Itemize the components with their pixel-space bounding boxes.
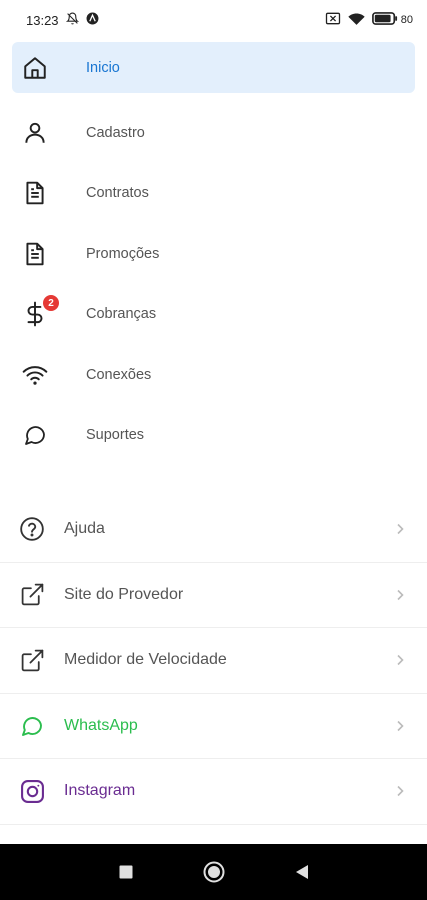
chevron-right-icon <box>395 653 405 667</box>
menu-item-label: Conexões <box>86 366 152 383</box>
menu-item-label: Promoções <box>86 245 160 262</box>
menu-item-label: Ajuda <box>64 520 105 538</box>
menu-item-label: Cadastro <box>86 124 145 141</box>
menu-item-inicio[interactable]: Inicio <box>12 42 415 93</box>
wifi-status-icon <box>348 12 365 28</box>
menu-item-cadastro[interactable]: Cadastro <box>12 103 415 164</box>
menu-item-label: Suportes <box>86 427 145 444</box>
battery-icon <box>371 12 398 28</box>
chevron-right-icon <box>395 588 405 602</box>
menu-item-ajuda[interactable]: Ajuda <box>0 497 427 563</box>
status-right: 80 <box>325 12 413 28</box>
whatsapp-icon <box>19 713 45 739</box>
menu-item-promocoes[interactable]: Promoções <box>12 224 415 285</box>
chevron-right-icon <box>395 784 405 798</box>
status-left: 13:23 <box>26 12 99 28</box>
person-icon <box>22 120 48 146</box>
menu-item-label: Contratos <box>86 185 149 202</box>
menu-item-label: Site do Provedor <box>64 585 184 603</box>
home-icon <box>22 55 48 81</box>
external-link-icon <box>19 582 45 608</box>
primary-menu: Inicio Cadastro Contratos Promoções 2 Co… <box>12 42 415 466</box>
chevron-right-icon <box>395 522 405 536</box>
menu-item-label: WhatsApp <box>64 716 138 734</box>
home-button[interactable] <box>202 860 226 884</box>
chat-bubble-icon <box>22 422 48 448</box>
menu-item-cobrancas[interactable]: 2 Cobranças <box>12 284 415 345</box>
menu-item-suportes[interactable]: Suportes <box>12 405 415 466</box>
menu-item-medidor-de-velocidade[interactable]: Medidor de Velocidade <box>0 628 427 694</box>
system-navigation-bar <box>0 844 427 900</box>
cobrancas-badge: 2 <box>43 295 59 311</box>
menu-item-conexoes[interactable]: Conexões <box>12 345 415 406</box>
chevron-right-icon <box>395 719 405 733</box>
menu-item-site-do-provedor[interactable]: Site do Provedor <box>0 563 427 628</box>
menu-item-whatsapp[interactable]: WhatsApp <box>0 694 427 759</box>
wifi-icon <box>22 362 48 388</box>
help-circle-icon <box>19 516 45 542</box>
document-icon <box>22 180 48 206</box>
clock: 13:23 <box>26 12 59 28</box>
external-link-icon <box>19 647 45 673</box>
instagram-icon <box>19 778 45 804</box>
notifications-off-icon <box>65 12 79 28</box>
app-notification-icon <box>86 12 99 28</box>
battery: 80 <box>371 12 413 28</box>
back-button[interactable] <box>290 860 314 884</box>
no-sim-icon <box>325 12 341 28</box>
status-bar: 13:23 80 <box>0 0 427 40</box>
secondary-menu: Ajuda Site do Provedor Medidor de Veloci… <box>0 497 427 825</box>
menu-item-label: Cobranças <box>86 306 157 323</box>
menu-item-label: Instagram <box>64 782 136 800</box>
battery-percent: 80 <box>400 14 413 26</box>
menu-item-contratos[interactable]: Contratos <box>12 163 415 224</box>
document-icon <box>22 241 48 267</box>
menu-item-label: Medidor de Velocidade <box>64 651 227 669</box>
recents-button[interactable] <box>114 860 138 884</box>
menu-item-instagram[interactable]: Instagram <box>0 759 427 825</box>
menu-item-label: Inicio <box>86 59 120 76</box>
